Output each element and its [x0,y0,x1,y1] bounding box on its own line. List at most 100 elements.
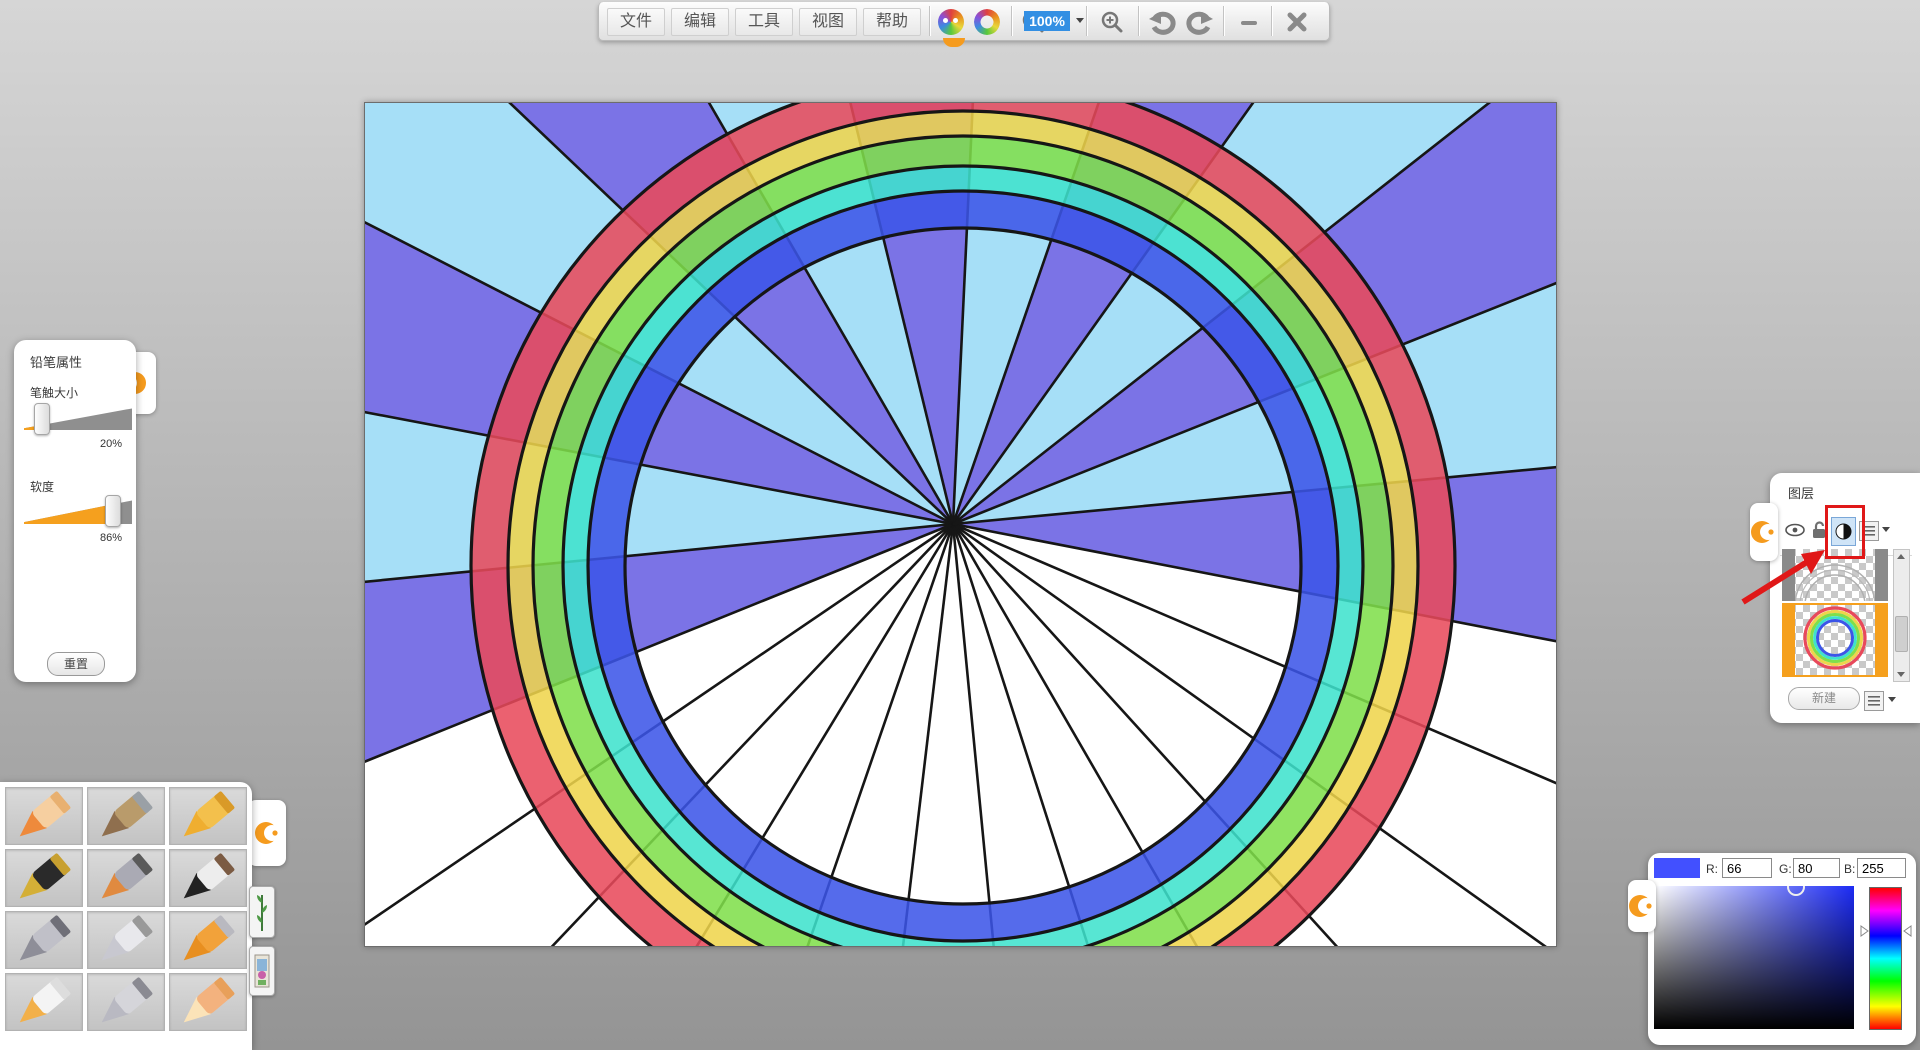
menu-help[interactable]: 帮助 [863,8,921,36]
redo-icon [1186,9,1214,35]
brush-tool-airbrush[interactable] [5,911,83,969]
top-toolbar: 文件 编辑 工具 视图 帮助 100% [598,2,1330,41]
hue-marker-left[interactable] [1860,925,1869,937]
minimize-button[interactable] [1233,9,1265,35]
psykopaint-ring-logo-icon[interactable] [971,9,1003,35]
layer-frame-bar [1875,549,1888,601]
zoom-level-dropdown-caret[interactable] [1076,18,1084,23]
toolbar-separator [1223,6,1224,36]
layer-options-caret[interactable] [1882,527,1890,532]
toolbar-separator [1011,6,1012,36]
close-icon [1285,10,1309,34]
scrollbar-thumb[interactable] [1895,616,1908,652]
zoom-in-icon [1100,10,1124,34]
hue-marker-right[interactable] [1903,925,1912,937]
softness-slider[interactable] [19,500,127,524]
rainbow-wheel-artwork [365,103,1556,946]
palette-knife-icon [89,913,163,967]
logo-chin-ornament [943,38,965,47]
toolbar-separator [1271,6,1272,36]
pencil-properties-panel: 铅笔属性 笔触大小 20% 软度 86% 重置 [14,340,136,682]
brush-tool-flat-brush[interactable] [87,849,165,907]
saturation-value-gradient[interactable] [1654,886,1854,1029]
plant-sprig-icon [254,891,270,933]
red-label: R: [1706,862,1718,876]
softness-slider-handle[interactable] [105,495,121,527]
brush-tool-ink-brush[interactable] [169,849,247,907]
layers-menu-caret[interactable] [1888,697,1896,702]
brush-tool-sharpened-pencil[interactable] [5,787,83,845]
eraser-icon [171,975,245,1029]
close-button[interactable] [1281,9,1313,35]
toolbar-separator [929,6,930,36]
layer-thumbnail-selected[interactable] [1782,603,1888,677]
selected-layer-frame-bar [1875,605,1888,675]
zoom-level-display[interactable]: 100% [1024,11,1070,31]
wooden-stylus-icon [89,789,163,843]
color-panel-drag-tab[interactable] [1628,880,1656,932]
softness-label: 软度 [30,478,54,495]
brush-tool-palette-knife[interactable] [87,911,165,969]
menu-lines-icon [1868,696,1880,706]
eye-icon [1784,521,1806,539]
brush-tool-spatula[interactable] [87,973,165,1031]
redo-button[interactable] [1184,9,1216,35]
hue-bar[interactable] [1869,887,1902,1030]
brush-size-value: 20% [100,438,122,450]
layer-visibility-button[interactable] [1784,521,1806,539]
scroll-up-button[interactable] [1894,550,1907,563]
brush-tool-eraser[interactable] [169,973,247,1031]
current-color-swatch [1654,858,1700,878]
layers-scrollbar[interactable] [1893,549,1910,682]
brush-tool-fountain-pen[interactable] [5,849,83,907]
menu-view[interactable]: 视图 [799,8,857,36]
new-layer-button[interactable]: 新建 [1788,687,1860,710]
brush-tool-paint-jar[interactable] [5,973,83,1031]
psykopaint-crescent-icon [1751,517,1777,547]
airbrush-icon [7,913,81,967]
brush-tool-crayon[interactable] [169,787,247,845]
rainbow-circle-preview [1782,605,1888,671]
reset-button[interactable]: 重置 [47,652,105,676]
green-input[interactable] [1793,858,1840,878]
menu-tools[interactable]: 工具 [735,8,793,36]
brush-category-nature-button[interactable] [249,886,275,938]
brush-category-picture-button[interactable] [249,946,275,996]
layers-panel-drag-tab[interactable] [1750,503,1778,561]
red-input[interactable] [1722,858,1772,878]
zoom-in-button[interactable] [1096,9,1128,35]
scroll-down-button[interactable] [1894,668,1907,681]
selected-layer-frame-bar [1782,605,1795,675]
crayon-icon [171,789,245,843]
psykopaint-crescent-icon [252,818,282,848]
brush-tool-paint-roller[interactable] [169,911,247,969]
layers-menu-button[interactable] [1864,691,1884,711]
green-label: G: [1779,862,1792,876]
application-window: 文件 编辑 工具 视图 帮助 100% [0,0,1920,1050]
color-cursor[interactable] [1787,886,1805,896]
brush-size-slider[interactable] [19,408,127,430]
spatula-icon [89,975,163,1029]
menu-edit[interactable]: 编辑 [671,8,729,36]
brush-size-slider-handle[interactable] [34,403,50,435]
undo-button[interactable] [1146,9,1178,35]
psykopaint-face-logo-icon[interactable] [935,9,967,35]
toolbar-separator [1138,6,1139,36]
blue-input[interactable] [1857,858,1906,878]
sharpened-pencil-icon [7,789,81,843]
brush-tool-wooden-stylus[interactable] [87,787,165,845]
mini-painting-icon [254,951,270,991]
brush-panel-drag-tab[interactable] [248,800,286,866]
toolbar-separator [1086,6,1087,36]
drawing-canvas[interactable] [364,102,1557,947]
caret-up-icon [1897,554,1905,559]
minimize-icon [1238,11,1260,33]
layers-panel: 图层 [1770,473,1920,723]
layer-frame-bar [1782,549,1795,601]
undo-icon [1148,9,1176,35]
fountain-pen-icon [7,851,81,905]
ink-brush-icon [171,851,245,905]
brush-size-label: 笔触大小 [30,384,78,401]
menu-file[interactable]: 文件 [607,8,665,36]
brush-tool-grid [5,787,247,1031]
